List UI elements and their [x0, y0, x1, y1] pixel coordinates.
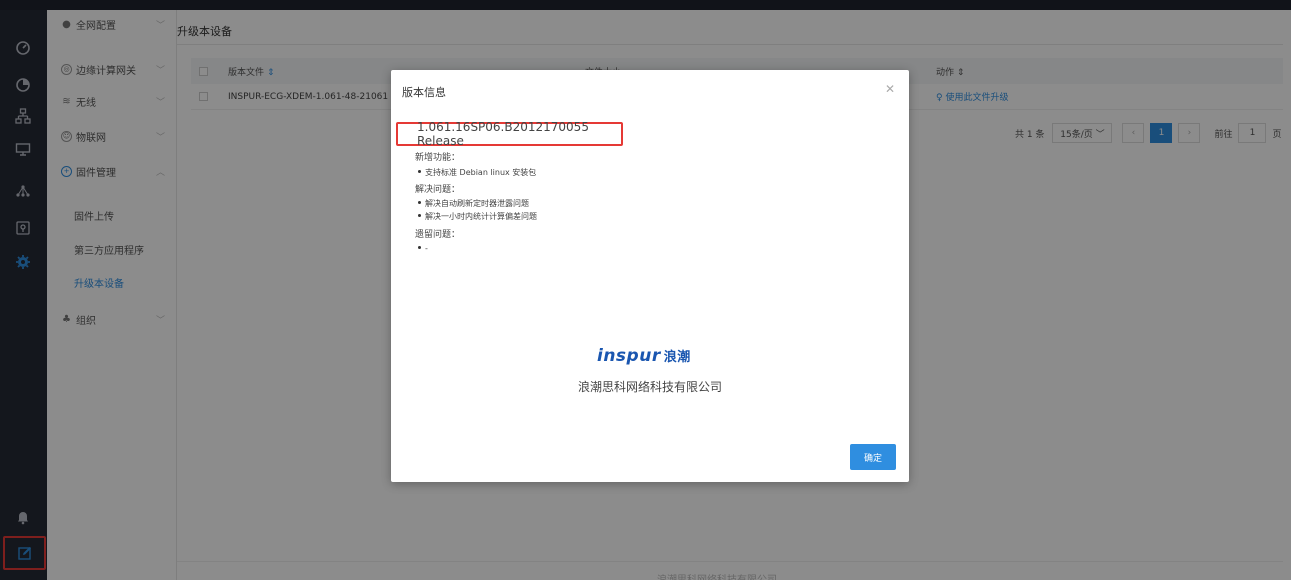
close-icon[interactable]: ✕	[885, 82, 895, 96]
company-name: 浪潮思科网络科技有限公司	[577, 380, 722, 394]
logo-text: inspur	[597, 346, 661, 366]
version-string: 1.061.16SP06.B2012170055 Release	[396, 120, 623, 148]
dialog-title: 版本信息	[402, 86, 446, 99]
release-note-item: 解决一小时内统计计算偏差问题	[415, 211, 537, 222]
logo-cn-text: 浪潮	[663, 350, 691, 365]
inspur-logo: inspur 浪潮	[597, 346, 691, 366]
confirm-button[interactable]: 确定	[850, 444, 896, 470]
release-note-item: 解决自动刷新定时器泄露问题	[415, 198, 529, 209]
release-note-text: -	[425, 244, 428, 253]
fixed-issues-label: 解决问题：	[415, 185, 461, 195]
version-info-dialog: 版本信息 ✕ 1.061.16SP06.B2012170055 Release …	[391, 70, 909, 482]
remaining-issues-label: 遗留问题：	[415, 230, 461, 240]
release-note-item: -	[415, 244, 428, 253]
new-features-label: 新增功能：	[415, 153, 461, 163]
release-note-text: 支持标准 Debian linux 安装包	[425, 168, 537, 177]
release-note-text: 解决一小时内统计计算偏差问题	[425, 212, 537, 221]
release-note-text: 解决自动刷新定时器泄露问题	[425, 199, 529, 208]
release-note-item: 支持标准 Debian linux 安装包	[415, 167, 536, 178]
